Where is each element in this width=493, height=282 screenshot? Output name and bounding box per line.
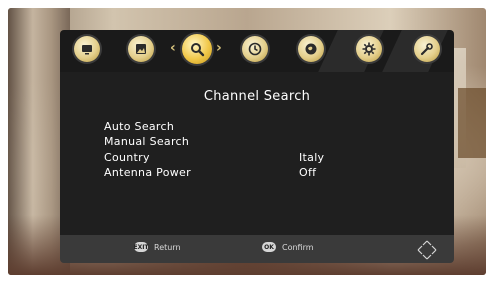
country-value[interactable]: Italy <box>299 151 324 164</box>
screen: ‹ › Channel Search Auto Search Manual Se… <box>0 0 493 282</box>
menu-item-country[interactable]: Country <box>104 151 150 164</box>
confirm-hint[interactable]: OK Confirm <box>262 242 314 252</box>
clock-icon[interactable] <box>242 36 268 62</box>
search-icon[interactable] <box>182 34 212 64</box>
antenna-power-value[interactable]: Off <box>299 166 316 179</box>
return-label: Return <box>154 242 181 252</box>
menu-tab-bar: ‹ › <box>60 30 454 72</box>
footer-help-bar: EXIT Return OK Confirm <box>60 235 454 263</box>
confirm-label: Confirm <box>282 242 314 252</box>
menu-left-arrow-icon[interactable]: ‹ <box>170 40 176 56</box>
return-hint[interactable]: EXIT Return <box>133 242 181 252</box>
menu-right-arrow-icon[interactable]: › <box>216 40 222 56</box>
dpad-navigation-icon <box>417 240 437 260</box>
background-picture-frame <box>458 88 486 158</box>
settings-gear-icon[interactable] <box>356 36 382 62</box>
menu-item-auto-search[interactable]: Auto Search <box>104 120 174 133</box>
channel-search-panel: Channel Search Auto Search Manual Search… <box>60 72 454 235</box>
globe-icon[interactable] <box>298 36 324 62</box>
tools-icon[interactable] <box>414 36 440 62</box>
tv-icon[interactable] <box>74 36 100 62</box>
menu-item-manual-search[interactable]: Manual Search <box>104 135 189 148</box>
picture-icon[interactable] <box>128 36 154 62</box>
panel-title: Channel Search <box>203 89 311 104</box>
exit-key-icon: EXIT <box>133 242 149 252</box>
ok-key-icon: OK <box>262 242 276 252</box>
menu-item-antenna-power[interactable]: Antenna Power <box>104 166 191 179</box>
